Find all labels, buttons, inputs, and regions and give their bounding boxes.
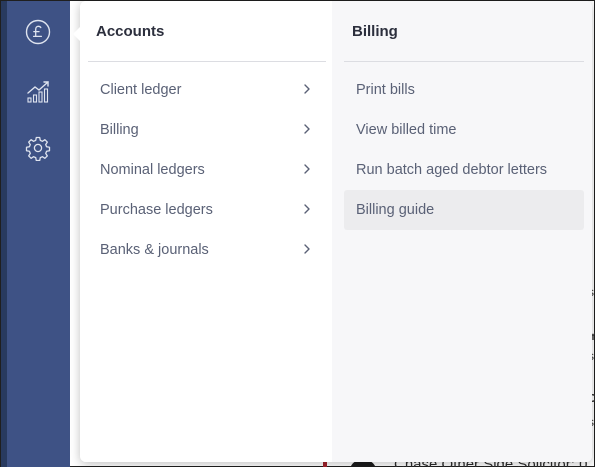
menu-item-billing-guide[interactable]: Billing guide [344, 190, 584, 230]
divider [88, 61, 326, 62]
divider [344, 61, 584, 62]
accounts-flyout-menu: Accounts Client ledger Billing Nominal l… [73, 1, 592, 462]
sidebar [7, 1, 70, 467]
menu-item-label: View billed time [356, 122, 457, 138]
chevron-right-icon [304, 124, 310, 134]
menu-item-label: Billing [100, 122, 139, 138]
menu-item-purchase-ledgers[interactable]: Purchase ledgers [88, 190, 326, 230]
billing-column: Billing Print bills View billed time Run… [332, 1, 592, 462]
accounts-title: Accounts [96, 23, 165, 40]
menu-item-billing[interactable]: Billing [88, 110, 326, 150]
menu-item-label: Banks & journals [100, 242, 209, 258]
accounts-column: Accounts Client ledger Billing Nominal l… [80, 1, 332, 462]
chevron-right-icon [304, 244, 310, 254]
chevron-right-icon [304, 164, 310, 174]
menu-item-label: Purchase ledgers [100, 202, 213, 218]
menu-item-label: Client ledger [100, 82, 182, 98]
chevron-right-icon [304, 84, 310, 94]
menu-item-label: Nominal ledgers [100, 162, 205, 178]
menu-item-client-ledger[interactable]: Client ledger [88, 70, 326, 110]
gear-icon[interactable] [24, 134, 52, 162]
menu-item-nominal-ledgers[interactable]: Nominal ledgers [88, 150, 326, 190]
billing-title: Billing [352, 23, 398, 40]
menu-item-label: Billing guide [356, 202, 435, 218]
menu-pointer [73, 27, 80, 41]
menu-item-print-bills[interactable]: Print bills [344, 70, 584, 110]
menu-item-label: Print bills [356, 82, 415, 98]
menu-item-label: Run batch aged debtor letters [356, 162, 548, 178]
pound-currency-icon[interactable] [24, 18, 52, 46]
menu-item-run-batch-aged-debtor-letters[interactable]: Run batch aged debtor letters [344, 150, 584, 190]
growth-chart-icon[interactable] [24, 77, 52, 105]
chevron-right-icon [304, 204, 310, 214]
menu-item-banks-journals[interactable]: Banks & journals [88, 230, 326, 270]
menu-item-view-billed-time[interactable]: View billed time [344, 110, 584, 150]
